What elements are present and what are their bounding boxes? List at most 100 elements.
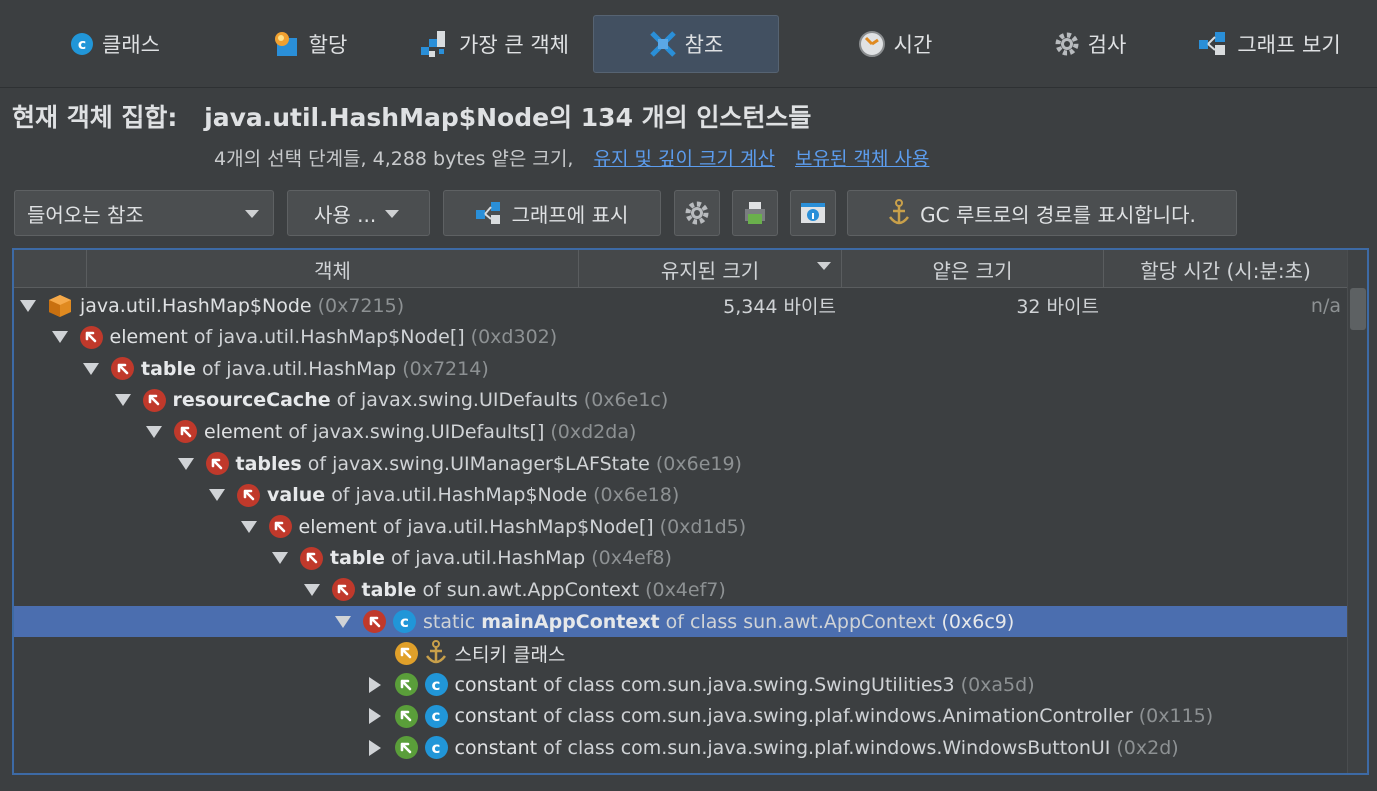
expand-toggle-icon[interactable] (368, 676, 381, 693)
tab-allocations[interactable]: 할당 (215, 15, 405, 73)
gc-root-path-label: GC 루트로의 경로를 표시합니다. (920, 202, 1196, 227)
biggest-objects-icon (421, 29, 451, 59)
shallow-size-cell (837, 416, 1099, 447)
table-row[interactable]: c constant of class com.sun.java.swing.pl… (14, 732, 1347, 763)
table-row[interactable]: value of java.util.HashMap$Node (0x6e18) (14, 480, 1347, 511)
collapse-toggle-icon[interactable] (303, 583, 320, 596)
collapse-toggle-icon[interactable] (272, 552, 288, 565)
table-row[interactable]: 스티키 클래스 (14, 638, 1347, 669)
reference-green-icon (394, 673, 418, 697)
collapse-toggle-icon[interactable] (209, 489, 225, 502)
use-retained-objects-link[interactable]: 보유된 객체 사용 (795, 148, 929, 170)
table-row[interactable]: element of javax.swing.UIDefaults[] (0xd2… (14, 416, 1347, 447)
object-set-label: 현재 객체 집합: (12, 103, 178, 132)
reference-red-icon (174, 420, 197, 444)
shallow-size-cell (837, 574, 1099, 605)
table-row[interactable]: c constant of class com.sun.java.swing.pl… (14, 701, 1347, 732)
view-tab-bar: c 클래스 할당 가장 큰 객체 참조 시간 검사 그래프 보기 (0, 0, 1377, 88)
reference-type-select[interactable]: 들어오는 참조 (14, 190, 274, 236)
page-title: 현재 객체 집합: java.util.HashMap$Node의 134 개의… (12, 98, 811, 134)
show-info-button[interactable] (790, 190, 836, 236)
retained-size-cell (574, 416, 836, 447)
allocation-time-cell (1099, 606, 1341, 637)
table-row[interactable]: table of java.util.HashMap (0x7214) (14, 353, 1347, 384)
allocation-time-cell (1099, 543, 1341, 574)
reference-red-icon (331, 578, 355, 602)
show-gc-root-path-button[interactable]: GC 루트로의 경로를 표시합니다. (847, 190, 1237, 236)
table-row[interactable]: c static mainAppContext of class sun.awt.… (14, 606, 1347, 637)
shallow-size-cell (837, 606, 1099, 637)
retained-size-cell (574, 480, 836, 511)
object-label: 스티키 클래스 (455, 640, 566, 667)
tab-classes[interactable]: c 클래스 (20, 15, 210, 73)
anchor-icon (425, 640, 447, 666)
export-button[interactable] (732, 190, 778, 236)
column-label: 유지된 크기 (660, 258, 760, 283)
allocation-time-cell (1099, 701, 1341, 732)
tab-inspections[interactable]: 검사 (995, 15, 1185, 73)
column-header-object[interactable]: 객체 (86, 250, 578, 288)
table-row[interactable]: c constant of class com.sun.java.swing.Sw… (14, 669, 1347, 700)
tab-biggest-objects[interactable]: 가장 큰 객체 (405, 15, 585, 73)
allocation-time-cell (1099, 732, 1341, 763)
collapse-toggle-icon[interactable] (20, 299, 36, 312)
time-icon (858, 30, 886, 58)
tab-graph[interactable]: 그래프 보기 (1190, 15, 1350, 73)
object-cell: 스티키 클래스 (367, 638, 566, 669)
reference-green-icon (394, 736, 418, 760)
reference-green-icon (394, 704, 418, 728)
collapse-toggle-icon[interactable] (114, 394, 131, 407)
table-row[interactable]: table of sun.awt.AppContext (0x4ef7) (14, 574, 1347, 605)
reference-type-value: 들어오는 참조 (27, 202, 144, 227)
class-icon: c (424, 704, 448, 728)
scrollbar-thumb[interactable] (1350, 288, 1366, 330)
collapse-toggle-icon[interactable] (83, 362, 99, 375)
use-menu-label: 사용 ... (314, 202, 377, 227)
collapse-toggle-icon[interactable] (335, 615, 351, 628)
tab-label: 그래프 보기 (1237, 33, 1341, 57)
allocation-time-cell: n/a (1310, 294, 1341, 317)
column-header-allocation-time[interactable]: 할당 시간 (시:분:초) (1103, 250, 1347, 288)
column-header-shallow-size[interactable]: 얕은 크기 (841, 250, 1103, 288)
reference-tree-table[interactable]: 객체 유지된 크기 얕은 크기 할당 시간 (시:분:초) java.util.… (12, 248, 1369, 775)
table-row[interactable]: java.util.HashMap$Node (0x7215) 5,344 바이트 3… (14, 290, 1347, 321)
tab-references[interactable]: 참조 (593, 15, 779, 73)
shallow-size-cell (837, 669, 1099, 700)
gear-icon (1054, 31, 1080, 57)
collapse-toggle-icon[interactable] (177, 457, 194, 470)
field-name: constant (454, 705, 538, 728)
table-row[interactable]: table of java.util.HashMap (0x4ef8) (14, 543, 1347, 574)
expand-toggle-icon[interactable] (368, 708, 381, 725)
settings-button[interactable] (674, 190, 720, 236)
expand-toggle-icon[interactable] (368, 739, 381, 756)
vertical-scrollbar[interactable] (1347, 250, 1367, 773)
retained-size-cell (574, 543, 836, 574)
chevron-down-icon (385, 210, 399, 218)
tab-time[interactable]: 시간 (800, 15, 990, 73)
collapse-toggle-icon[interactable] (240, 520, 257, 533)
allocation-time-cell (1099, 448, 1341, 479)
field-name: tables (235, 452, 302, 475)
table-row[interactable]: resourceCache of javax.swing.UIDefaults(… (14, 385, 1347, 416)
object-set-value: java.util.HashMap$Node의 134 개의 인스턴스들 (204, 103, 812, 132)
field-name: element (298, 515, 377, 538)
table-row[interactable]: element of java.util.HashMap$Node[] (0xd1… (14, 511, 1347, 542)
table-row[interactable]: tables of javax.swing.UIManager$LAFState… (14, 448, 1347, 479)
show-in-graph-button[interactable]: 그래프에 표시 (443, 190, 661, 236)
retained-size-cell (574, 353, 836, 384)
field-name: resourceCache (172, 389, 331, 412)
table-row[interactable]: element of java.util.HashMap$Node[] (0xd3… (14, 322, 1347, 353)
field-name: constant (454, 736, 538, 759)
collapse-toggle-icon[interactable] (51, 331, 68, 344)
column-header-retained-size[interactable]: 유지된 크기 (578, 250, 841, 288)
object-label: element of javax.swing.UIDefaults[] (0xd2… (204, 421, 636, 443)
use-menu-button[interactable]: 사용 ... (287, 190, 430, 236)
column-header-expander (14, 250, 86, 288)
calculate-retained-sizes-link[interactable]: 유지 및 깊이 크기 계산 (593, 148, 774, 170)
object-id: (0xd302) (470, 326, 558, 349)
object-cell: java.util.HashMap$Node (0x7215) (20, 290, 404, 321)
collapse-toggle-icon[interactable] (146, 425, 162, 438)
anchor-icon (888, 199, 910, 227)
retained-size-cell (574, 322, 836, 353)
info-icon (800, 201, 826, 225)
